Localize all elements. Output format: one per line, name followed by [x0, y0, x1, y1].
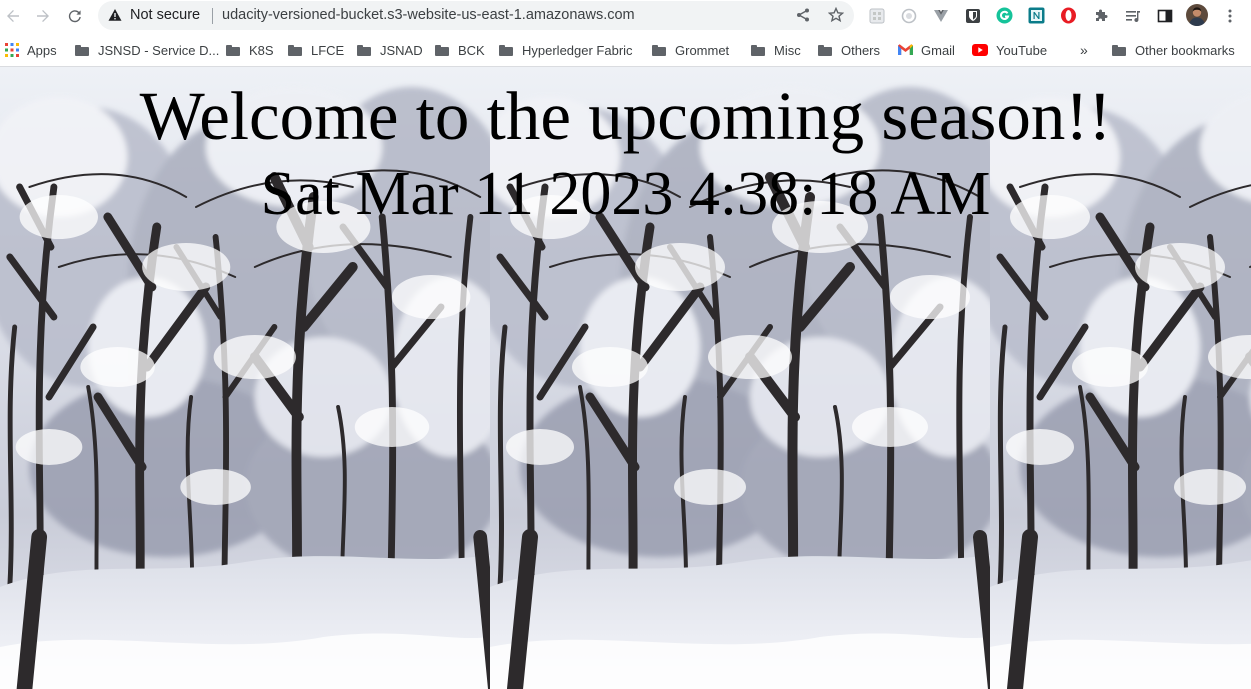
profile-avatar[interactable] — [1186, 4, 1208, 26]
url-text[interactable]: udacity-versioned-bucket.s3-website-us-e… — [222, 7, 635, 23]
share-icon[interactable] — [795, 7, 811, 28]
apps-grid-icon — [5, 43, 19, 57]
folder-icon — [751, 44, 765, 56]
bookmark-label: Hyperledger Fabric — [522, 42, 633, 58]
bookmark-label: LFCE — [311, 42, 345, 58]
bookmark-youtube[interactable]: YouTube — [972, 41, 1047, 59]
bookmark-label: Others — [841, 42, 881, 58]
bookmark-label: Grommet — [675, 42, 730, 58]
folder-icon — [1112, 44, 1126, 56]
bookmark-label: JSNSD - Service D... — [98, 42, 220, 58]
bookmark-label: Apps — [27, 42, 57, 58]
folder-icon — [226, 44, 240, 56]
bookmark-label: Other bookmarks — [1135, 42, 1235, 58]
bookmark-folder-misc[interactable]: Misc — [751, 41, 801, 59]
bookmark-folder-jsnsd[interactable]: JSNSD - Service D... — [75, 41, 219, 59]
camera-extension-icon[interactable] — [900, 7, 917, 24]
bookmark-label: JSNAD — [380, 42, 423, 58]
bookmark-folder-hyperledger-fabric[interactable]: Hyperledger Fabric — [499, 41, 633, 59]
vue-devtools-icon[interactable] — [932, 7, 949, 24]
bookmark-folder-others[interactable]: Others — [818, 41, 880, 59]
warning-icon[interactable] — [108, 8, 122, 27]
bookmark-label: K8S — [249, 42, 274, 58]
folder-icon — [357, 44, 371, 56]
bookmark-star-icon[interactable] — [827, 6, 845, 28]
youtube-icon — [972, 44, 988, 56]
bookmarks-overflow-button[interactable]: » — [1080, 41, 1088, 59]
reload-icon — [68, 10, 81, 23]
folder-icon — [288, 44, 302, 56]
bookmark-folder-grommet[interactable]: Grommet — [652, 41, 729, 59]
side-panel-icon[interactable] — [1156, 7, 1173, 24]
folder-icon — [435, 44, 449, 56]
reload-button[interactable] — [63, 4, 87, 28]
bookmark-label: BCK — [458, 42, 485, 58]
media-queue-icon[interactable] — [1124, 7, 1141, 24]
bookmark-label: YouTube — [996, 42, 1048, 58]
folder-icon — [499, 44, 513, 56]
bookmark-apps[interactable]: Apps — [5, 41, 57, 59]
forward-button[interactable] — [31, 4, 55, 28]
datetime-heading: Sat Mar 11 2023 4:38:18 AM — [260, 160, 991, 228]
puzzle-extensions-icon[interactable] — [1092, 7, 1109, 24]
back-button[interactable] — [1, 4, 25, 28]
chevron-double-right-icon: » — [1080, 42, 1088, 58]
bitwarden-icon[interactable] — [964, 7, 981, 24]
arrow-left-icon — [7, 10, 19, 22]
grid-extension-icon[interactable] — [868, 7, 885, 24]
security-status[interactable]: Not secure — [130, 7, 200, 23]
bookmark-folder-k8s[interactable]: K8S — [226, 41, 274, 59]
grammarly-icon[interactable] — [996, 7, 1013, 24]
arrow-right-icon — [37, 10, 49, 22]
welcome-heading: Welcome to the upcoming season!! — [139, 78, 1112, 154]
bookmarks-bar: Apps JSNSD - Service D... K8S LFCE JSNAD… — [0, 32, 1251, 90]
notion-web-clipper-icon[interactable] — [1028, 7, 1045, 24]
gmail-icon — [898, 44, 913, 55]
bookmark-folder-lfce[interactable]: LFCE — [288, 41, 344, 59]
bookmark-folder-jsnad[interactable]: JSNAD — [357, 41, 423, 59]
bookmark-label: Gmail — [921, 42, 955, 58]
folder-icon — [818, 44, 832, 56]
browser-toolbar: Not secure udacity-versioned-bucket.s3-w… — [0, 0, 1251, 32]
bookmark-label: Misc — [774, 42, 801, 58]
more-menu-icon[interactable] — [1221, 7, 1238, 24]
divider — [212, 8, 213, 24]
bookmark-gmail[interactable]: Gmail — [898, 41, 955, 59]
opera-vpn-icon[interactable] — [1060, 7, 1077, 24]
bookmark-folder-other-bookmarks[interactable]: Other bookmarks — [1112, 41, 1235, 59]
folder-icon — [652, 44, 666, 56]
bookmark-folder-bck[interactable]: BCK — [435, 41, 485, 59]
address-bar[interactable]: Not secure udacity-versioned-bucket.s3-w… — [98, 1, 854, 30]
page-content: Welcome to the upcoming season!! Sat Mar… — [0, 67, 1251, 689]
folder-icon — [75, 44, 89, 56]
